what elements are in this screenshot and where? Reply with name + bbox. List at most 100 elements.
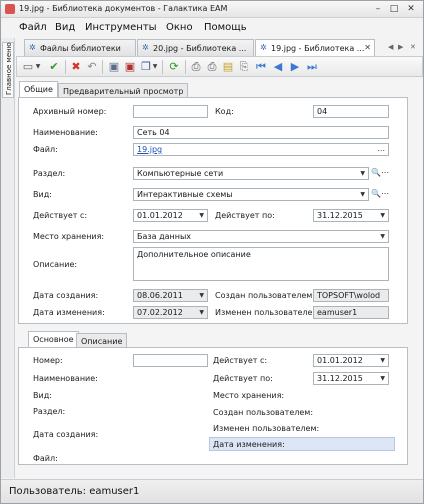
search-icon[interactable]: 🔍 (371, 189, 381, 198)
undo-icon[interactable]: ↶ (85, 60, 99, 74)
tab-label: Описание (81, 337, 123, 346)
name-field[interactable]: Сеть 04 (133, 126, 389, 139)
chevron-down-icon[interactable]: ▼ (380, 375, 385, 382)
archive-number-field[interactable] (133, 105, 208, 118)
valid-from-field[interactable]: 01.01.2012 ▼ (313, 354, 389, 367)
number-field[interactable] (133, 354, 208, 367)
tab-label: Файлы библиотеки (40, 44, 121, 53)
browse-button[interactable]: ... (377, 144, 385, 153)
file-field[interactable]: 19.jpg ... (133, 143, 389, 156)
document-tabs: ✲ Файлы библиотеки ✲ 20.jpg - Библиотека… (16, 39, 423, 57)
section-label: Раздел: (33, 407, 66, 416)
modified-by-field: eamuser1 (313, 306, 389, 319)
tab-label: 19.jpg - Библиотека ... (271, 44, 365, 53)
maximize-button[interactable]: □ (387, 3, 401, 15)
print-icon[interactable]: ⎙ (205, 60, 219, 74)
kind-select[interactable]: Интерактивные схемы ▼ (133, 188, 369, 201)
tab-label: 20.jpg - Библиотека ... (153, 44, 247, 53)
modified-date-label: Дата изменения: (33, 308, 105, 317)
menu-view[interactable]: Вид (55, 22, 75, 33)
status-bar: Пользователь: eamuser1 (1, 479, 423, 503)
tab-library-files[interactable]: ✲ Файлы библиотеки (24, 39, 136, 56)
refresh-icon[interactable]: ⟳ (167, 60, 181, 74)
chevron-down-icon[interactable]: ▼ (380, 357, 385, 364)
chevron-down-icon[interactable]: ▼ (360, 170, 365, 177)
menu-file[interactable]: Файл (19, 22, 47, 33)
app-window: 19.jpg - Библиотека документов - Галакти… (0, 0, 424, 504)
main-menu-tab[interactable]: Главное меню (2, 42, 14, 98)
next-record-icon[interactable]: ▶ (288, 60, 302, 74)
close-icon[interactable]: ✕ (364, 43, 371, 52)
accept-icon[interactable]: ✔ (47, 60, 61, 74)
chevron-down-icon[interactable]: ▼ (199, 212, 204, 219)
valid-to-field[interactable]: 31.12.2015 ▼ (313, 209, 389, 222)
menu-tools[interactable]: Инструменты (85, 22, 157, 33)
created-date-field: 08.06.2011 ▼ (133, 289, 208, 302)
menu-window[interactable]: Окно (166, 22, 193, 33)
description-field[interactable]: Дополнительное описание (133, 247, 389, 281)
tabs-scroll-left-icon[interactable]: ◀ (388, 43, 393, 51)
modified-by-label: Изменен пользователем: (215, 308, 322, 317)
kind-label: Вид: (33, 190, 52, 199)
general-panel: Архивный номер: Код: 04 Наименование: Се… (18, 97, 408, 324)
prev-record-icon[interactable]: ◀ (271, 60, 285, 74)
tab-description[interactable]: Описание (76, 333, 128, 348)
cancel-icon[interactable]: ✖ (69, 60, 83, 74)
created-by-label: Создан пользователем: (213, 408, 314, 417)
menu-help[interactable]: Помощь (204, 22, 247, 33)
chevron-down-icon[interactable]: ▼ (380, 233, 385, 240)
kind-value: Интерактивные схемы (137, 190, 233, 199)
storage-select[interactable]: База данных ▼ (133, 230, 389, 243)
valid-from-label: Действует с: (213, 356, 268, 365)
attach-icon[interactable]: ⎘ (237, 60, 251, 74)
chevron-down-icon[interactable]: ▼ (380, 212, 385, 219)
document-form: Общие Предварительный просмотр Архивный … (16, 78, 423, 478)
tab-label: Основное (33, 335, 74, 344)
new-document-icon[interactable]: ▭ (21, 60, 35, 74)
dropdown-icon[interactable]: ▼ (34, 60, 42, 74)
valid-to-label: Действует по: (213, 374, 273, 383)
minimize-button[interactable]: – (371, 3, 385, 15)
print-preview-icon[interactable]: ⎙ (189, 60, 203, 74)
code-field[interactable]: 04 (313, 105, 389, 118)
chevron-down-icon: ▼ (199, 309, 204, 316)
tabs-close-icon[interactable]: ✕ (410, 43, 416, 51)
created-by-label: Создан пользователем: (215, 291, 316, 300)
archive-number-label: Архивный номер: (33, 107, 107, 116)
chevron-down-icon: ▼ (199, 292, 204, 299)
search-icon[interactable]: 🔍 (371, 168, 381, 177)
modified-date-label: Дата изменения: (213, 440, 285, 449)
modified-date-field: 07.02.2012 ▼ (133, 306, 208, 319)
more-icon[interactable]: ⋯ (381, 168, 389, 177)
gear-icon: ✲ (142, 43, 149, 52)
menu-bar: Файл Вид Инструменты Окно Помощь (1, 18, 423, 38)
gear-icon: ✲ (29, 43, 36, 52)
save-close-icon[interactable]: ▣ (123, 60, 137, 74)
save-icon[interactable]: ▣ (107, 60, 121, 74)
main-menu-label: Главное меню (5, 42, 13, 95)
description-label: Описание: (33, 260, 78, 269)
open-folder-icon[interactable]: ▤ (221, 60, 235, 74)
chevron-down-icon[interactable]: ▼ (360, 191, 365, 198)
more-icon[interactable]: ⋯ (381, 189, 389, 198)
dropdown-icon[interactable]: ▼ (151, 60, 159, 74)
storage-label: Место хранения: (33, 232, 105, 241)
first-record-icon[interactable]: ⏮ (254, 60, 268, 74)
panel-splitter[interactable] (16, 325, 423, 329)
tab-preview[interactable]: Предварительный просмотр (58, 83, 189, 98)
last-record-icon[interactable]: ⏭ (305, 60, 319, 74)
app-icon (5, 4, 15, 14)
tabs-scroll-right-icon[interactable]: ▶ (398, 43, 403, 51)
file-link[interactable]: 19.jpg (137, 145, 162, 154)
section-select[interactable]: Компьютерные сети ▼ (133, 167, 369, 180)
valid-from-value: 01.01.2012 (317, 356, 363, 365)
section-label: Раздел: (33, 169, 66, 178)
file-label: Файл: (33, 454, 58, 463)
tab-20-jpg[interactable]: ✲ 20.jpg - Библиотека ... (137, 39, 254, 56)
valid-from-field[interactable]: 01.01.2012 ▼ (133, 209, 208, 222)
modified-date-value: 07.02.2012 (137, 308, 183, 317)
valid-to-field[interactable]: 31.12.2015 ▼ (313, 372, 389, 385)
created-by-field: TOPSOFT\wolod (313, 289, 389, 302)
close-button[interactable]: ✕ (404, 3, 418, 15)
tab-19-jpg[interactable]: ✲ 19.jpg - Библиотека ... ✕ (255, 39, 375, 57)
